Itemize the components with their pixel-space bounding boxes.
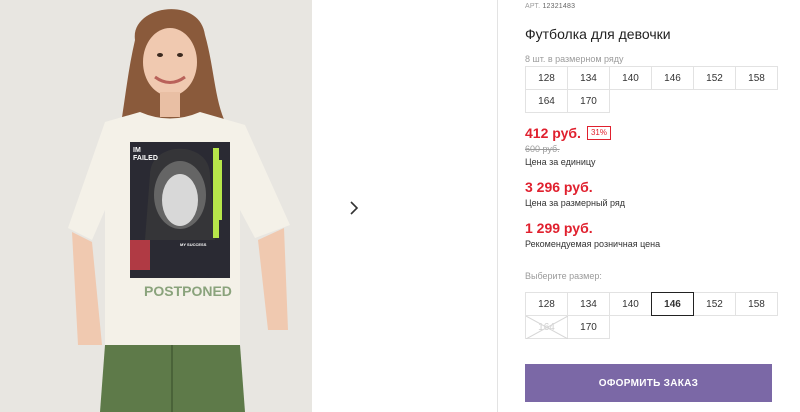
discount-badge: 31% (586, 126, 611, 140)
size-row-cell: 146 (651, 66, 694, 90)
strike-through-icon (526, 316, 568, 339)
size-option-158[interactable]: 158 (735, 292, 778, 316)
size-row-cell: 170 (567, 89, 610, 113)
retail-price-label: Рекомендуемая розничная цена (525, 239, 661, 249)
size-option-170[interactable]: 170 (567, 315, 610, 339)
size-row-cell: 158 (735, 66, 778, 90)
size-option-128[interactable]: 128 (525, 292, 568, 316)
unit-price-label: Цена за единицу (525, 157, 596, 167)
vertical-divider (497, 0, 498, 412)
product-image-gallery: IM FAILED MY SUCCESS IS JUST POSTPONED (0, 0, 400, 412)
size-option-140[interactable]: 140 (609, 292, 652, 316)
sizes-in-row-note: 8 шт. в размерном ряду (525, 54, 624, 64)
svg-text:POSTPONED: POSTPONED (144, 283, 232, 299)
size-option-146-selected[interactable]: 146 (651, 292, 694, 316)
next-image-button[interactable] (335, 189, 373, 227)
size-option-152[interactable]: 152 (693, 292, 736, 316)
choose-size-label: Выберите размер: (525, 271, 602, 281)
size-option-134[interactable]: 134 (567, 292, 610, 316)
unit-price: 412 руб. (525, 125, 581, 141)
place-order-button[interactable]: ОФОРМИТЬ ЗАКАЗ (525, 364, 772, 402)
size-row-cell: 134 (567, 66, 610, 90)
size-row-cell: 152 (693, 66, 736, 90)
size-row-cell: 128 (525, 66, 568, 90)
svg-text:IM: IM (133, 147, 141, 154)
svg-text:FAILED: FAILED (133, 155, 158, 162)
row-price-label: Цена за размерный ряд (525, 198, 626, 208)
size-option-164-unavailable: 164 (525, 315, 568, 339)
size-row-cell: 140 (609, 66, 652, 90)
row-price: 3 296 руб. (525, 179, 593, 195)
size-row-grid: 128 134 140 146 152 158 164 170 (525, 66, 778, 113)
product-title: Футболка для девочки (525, 26, 671, 42)
old-price: 600 руб. (525, 144, 560, 154)
article-number: АРТ. 12321483 (525, 3, 576, 10)
svg-text:IS JUST: IS JUST (190, 273, 217, 280)
unit-price-block: 412 руб. 31% (525, 125, 611, 141)
size-row-cell: 164 (525, 89, 568, 113)
size-picker: 128 134 140 146 152 158 164 170 (525, 292, 778, 339)
svg-text:MY SUCCESS: MY SUCCESS (180, 242, 207, 247)
retail-price: 1 299 руб. (525, 220, 593, 236)
chevron-right-icon (350, 201, 359, 215)
